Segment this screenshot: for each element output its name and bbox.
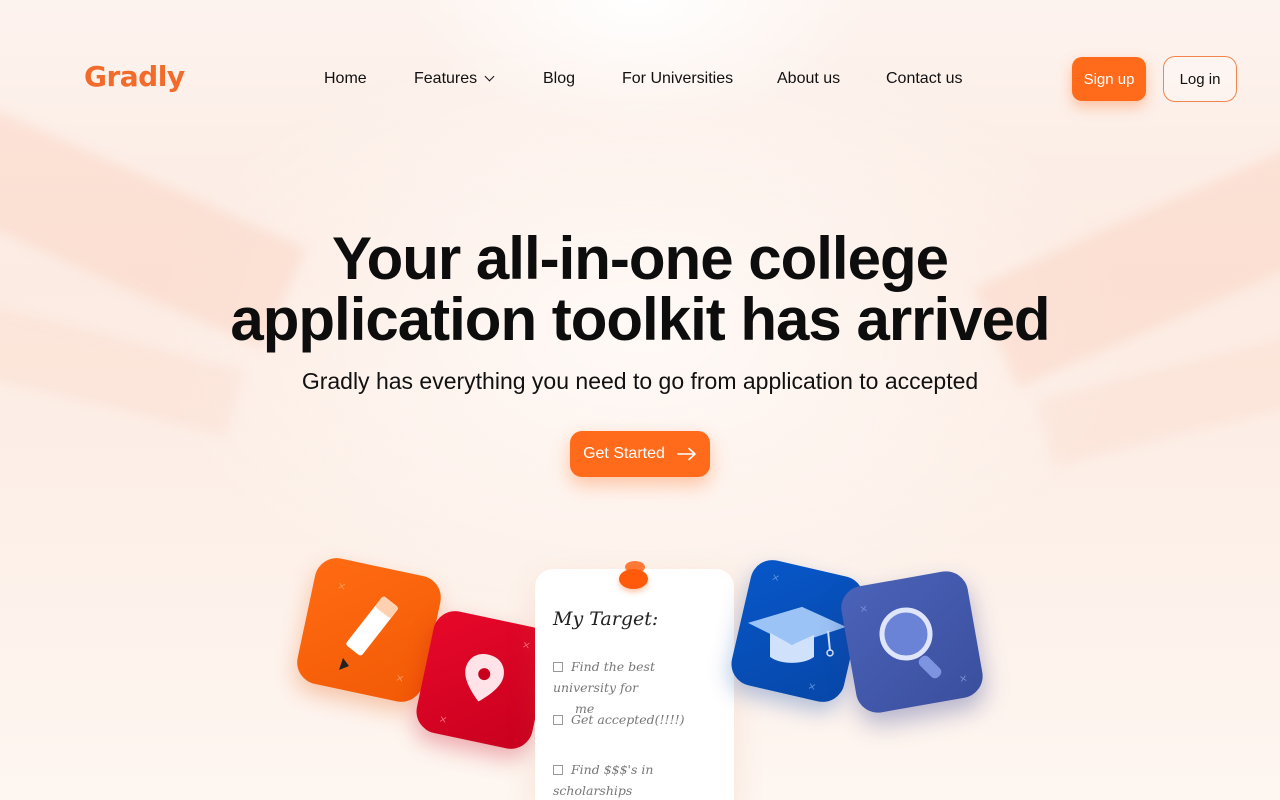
svg-text:×: × <box>958 673 968 685</box>
nav-item-contact-us[interactable]: Contact us <box>886 67 962 91</box>
note-title: My Target: <box>553 608 659 630</box>
nav-item-features-label: Features <box>414 70 478 87</box>
background-glow <box>420 0 860 120</box>
hero-subtitle: Gradly has everything you need to go fro… <box>301 368 979 394</box>
checklist-text: Find $$$'s in scholarships <box>553 762 654 798</box>
checkbox-icon <box>553 765 563 775</box>
checklist-item: Get accepted(!!!!) <box>553 709 713 730</box>
get-started-button[interactable]: Get Started <box>570 431 710 477</box>
nav-item-about-us[interactable]: About us <box>777 67 840 91</box>
nav-item-features[interactable]: Features <box>414 67 495 91</box>
map-tile: × × <box>412 607 554 753</box>
checkbox-icon <box>553 715 563 725</box>
arrow-right-icon <box>677 447 696 461</box>
chevron-down-icon <box>484 71 495 82</box>
svg-text:×: × <box>438 714 448 727</box>
login-button[interactable]: Log in <box>1163 56 1237 102</box>
hero-title: Your all-in-one college application tool… <box>0 228 1280 350</box>
nav-item-blog[interactable]: Blog <box>543 67 575 91</box>
map-pin-icon: × × <box>438 639 532 727</box>
magnifier-icon: × × <box>859 603 969 685</box>
nav-item-home[interactable]: Home <box>324 67 367 91</box>
svg-text:×: × <box>521 639 531 652</box>
svg-text:×: × <box>336 581 346 594</box>
signup-button[interactable]: Sign up <box>1072 57 1146 101</box>
svg-text:×: × <box>859 603 869 615</box>
checklist-item: Find $$$'s in scholarships <box>553 759 713 800</box>
svg-text:×: × <box>394 673 404 686</box>
search-tile: × × <box>837 567 987 717</box>
hero-title-line1: Your all-in-one college <box>332 225 949 292</box>
hero-title-line2: application toolkit has arrived <box>230 286 1050 353</box>
checklist-text: Get accepted(!!!!) <box>571 712 685 727</box>
svg-text:×: × <box>770 572 781 585</box>
checklist-text: Find the best university for <box>553 659 655 695</box>
svg-text:×: × <box>807 681 818 694</box>
pushpin-base <box>619 569 648 589</box>
checkbox-icon <box>553 662 563 672</box>
nav-item-for-universities[interactable]: For Universities <box>622 67 733 91</box>
get-started-label: Get Started <box>583 445 665 462</box>
